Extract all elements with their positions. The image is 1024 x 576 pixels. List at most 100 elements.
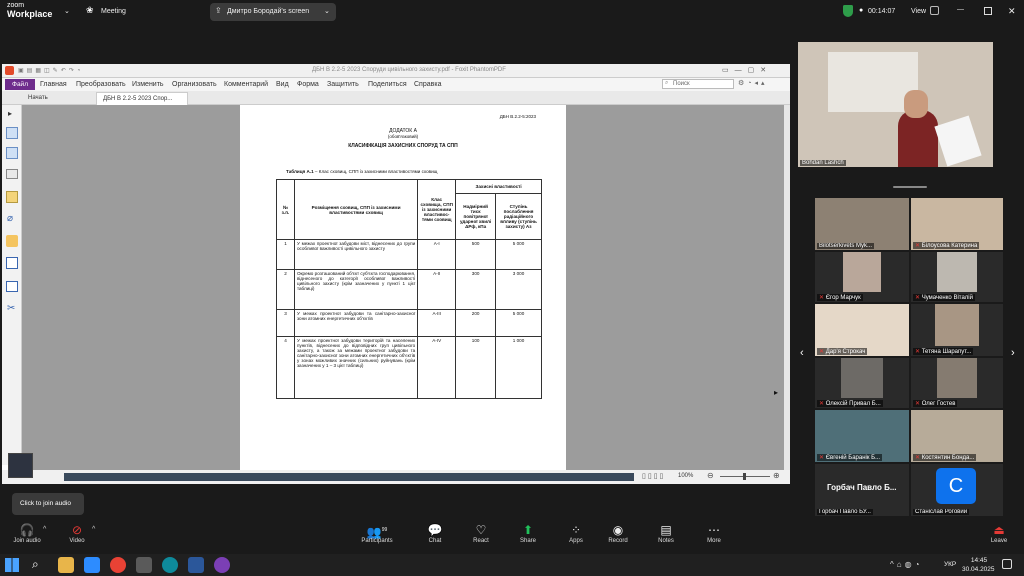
collapse-arrow-icon[interactable]: ▸ [8,109,12,118]
participant-tile[interactable]: ✕ Олексій Привал Б... [815,358,909,408]
chevron-down-icon[interactable]: ⌄ [324,7,330,15]
zoom-slider-thumb[interactable] [743,473,746,480]
menu-protect[interactable]: Защитить [327,81,359,88]
self-view-thumbnail[interactable] [8,453,33,478]
search-icon[interactable]: ⌕ [32,557,39,572]
clock-date[interactable]: 30.04.2025 [962,566,995,573]
zoom-out-icon[interactable]: ⊖ [707,471,714,480]
speaker-video[interactable]: Bohdan Lashch [798,42,993,167]
comments-icon[interactable] [6,191,18,203]
participant-tile[interactable]: ✕ Євгеній Баранік Б... [815,410,909,462]
zoom-in-icon[interactable]: ⊕ [773,471,780,480]
close-icon[interactable]: ✕ [1008,6,1016,17]
attachment-icon[interactable]: ⌀ [7,213,13,224]
menu-comment[interactable]: Комментарий [224,81,268,88]
row-text: У межах проектної забудови міст, віднесе… [293,239,419,270]
speaker-name: Bohdan Lashch [800,160,846,166]
participants-button[interactable]: 👥99 Participants [352,522,402,544]
vertical-scrollbar[interactable] [784,105,790,470]
zoom-level[interactable]: 100% [678,473,693,479]
file-explorer-icon[interactable] [58,557,74,573]
doc-mandatory: (обов'язковий) [387,134,419,139]
maximize-icon[interactable] [984,7,992,15]
row-degree: 1 000 [495,336,542,399]
participant-name: ✕ Дар'я Строкач [817,348,868,355]
participant-tile[interactable]: ✕ Костянтин Бонда... [911,410,1003,462]
notification-icon[interactable] [1002,559,1012,569]
tab-start[interactable]: Начать [28,95,48,101]
language-indicator[interactable]: УКР [944,561,956,568]
windows-start-icon[interactable] [5,558,19,572]
search-input[interactable]: ⌕ Поиск [662,79,734,89]
mic-muted-icon: ✕ [819,455,826,461]
view-button[interactable]: View [911,8,926,15]
participant-tile[interactable]: Горбач Павло Б... Горбач Павло БУ... [815,464,909,516]
tools-icon[interactable]: ✂ [7,303,15,314]
screen-share-pill[interactable]: ⇪ Дмитро Бородай's screen ⌄ [210,3,336,21]
minimize-icon[interactable]: — [957,6,964,13]
participant-tile[interactable]: ✕ Єгор Марчук [815,252,909,302]
help-icons[interactable]: ⚙◔◂▴ [738,79,768,87]
participant-tile[interactable]: ✕ Білоусова Катерина [911,198,1003,250]
next-page-icon[interactable]: › [1011,347,1015,359]
participant-tile[interactable]: ✕ Тетяна Шарапут... [911,304,1003,356]
clock-time[interactable]: 14:45 [966,557,992,564]
participant-tile[interactable]: ✕ Дар'я Строкач [815,304,909,356]
menu-organize[interactable]: Организовать [172,81,217,88]
paper-sheet [934,115,982,167]
participant-video [937,252,977,292]
chevron-up-icon[interactable]: ^ [43,526,46,533]
notes-button[interactable]: ▤ Notes [641,522,691,544]
join-audio-tooltip-text: Click to join audio [20,500,71,507]
record-button[interactable]: ◉ Record [593,522,643,544]
menu-share[interactable]: Поделиться [368,81,407,88]
react-button[interactable]: ♡ React [456,522,506,544]
lock-icon[interactable] [6,235,18,247]
participant-tile[interactable]: C Станіслав Роговий [911,464,1003,516]
pdf-title-bar: ▣▤▦◫✎↶↷◔ ДБН В 2.2-5 2023 Споруди цивіль… [2,64,790,78]
resize-handle[interactable] [893,186,927,188]
signature-icon[interactable] [6,257,18,269]
participant-tile[interactable]: ✕ Олег Гостев [911,358,1003,408]
participant-name: ✕ Олег Гостев [913,400,958,407]
chevron-down-icon[interactable]: ⌄ [64,7,70,15]
pdf-left-toolbar: ▸ ⌀ ✂ [2,105,22,465]
quick-access-icons[interactable]: ▣▤▦◫✎↶↷◔ [18,67,83,74]
more-button[interactable]: ⋯ More [689,522,739,544]
meeting-timer: 00:14:07 [868,8,896,15]
viber-icon[interactable] [214,557,230,573]
col-no: № з.п. [276,179,295,240]
menu-help[interactable]: Справка [414,81,441,88]
chevron-up-icon[interactable]: ^ [92,526,95,533]
participant-big-name: Горбач Павло Б... [827,483,897,492]
menu-view[interactable]: Вид [276,81,289,88]
horizontal-scrollbar[interactable] [64,473,634,481]
participant-tile[interactable]: Bilotserkivets Myk... [815,198,909,250]
meeting-label[interactable]: Meeting [101,8,126,15]
chat-button[interactable]: 💬 Chat [410,522,460,544]
window-controls[interactable]: ▭—▢✕ [722,66,772,74]
chrome-icon[interactable] [110,557,126,573]
forms-icon[interactable] [6,281,18,292]
row-degree: 3 000 [495,269,542,310]
word-icon[interactable] [188,557,204,573]
edge-icon[interactable] [162,557,178,573]
calculator-icon[interactable] [136,557,152,573]
menu-home[interactable]: Главная [40,81,67,88]
leave-button[interactable]: ⏏ Leave [974,522,1024,544]
page-layout-icons[interactable]: ▯▯▯▯ [642,472,665,480]
tray-icons[interactable]: ^⌂◍◔ [890,560,922,569]
layers-icon[interactable] [6,169,18,179]
tab-document[interactable]: ДБН В 2.2-5 2023 Спор... [96,92,188,105]
prev-page-icon[interactable]: ‹ [800,347,804,359]
search-icon: ⌕ [665,80,669,86]
menu-edit[interactable]: Изменить [132,81,164,88]
menu-file[interactable]: Файл [5,79,35,90]
bookmark-icon[interactable] [6,127,18,139]
menu-form[interactable]: Форма [297,81,319,88]
pages-icon[interactable] [6,147,18,159]
share-button[interactable]: ⬆ Share [503,522,553,544]
zoom-app-icon[interactable] [84,557,100,573]
participant-tile[interactable]: ✕ Чумаченко Віталій [911,252,1003,302]
menu-convert[interactable]: Преобразовать [76,81,126,88]
